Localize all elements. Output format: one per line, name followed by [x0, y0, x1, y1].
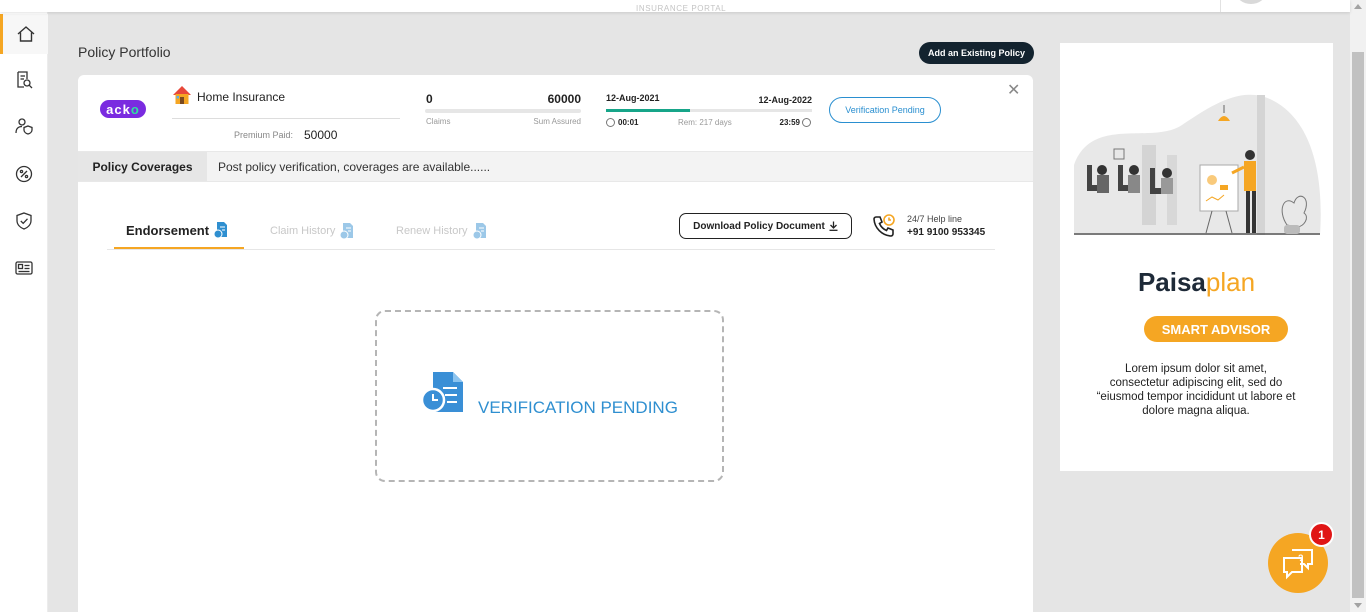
- notification-badge: 1: [1309, 522, 1334, 547]
- scrollbar-thumb[interactable]: [1352, 52, 1364, 598]
- tab-label: Claim History: [270, 225, 336, 237]
- document-clock-icon: [339, 223, 354, 240]
- sidebar-item-home[interactable]: [0, 14, 48, 54]
- svg-text:?: ?: [1298, 553, 1304, 563]
- tabs-divider: [107, 249, 995, 250]
- portal-label: INSURANCE PORTAL: [636, 4, 727, 12]
- coverage-bar: Policy Coverages Post policy verificatio…: [78, 151, 1033, 182]
- scrollbar[interactable]: [1350, 0, 1366, 612]
- id-card-icon: [15, 261, 33, 275]
- clock-icon: [802, 118, 811, 127]
- sidebar-item-offers[interactable]: [0, 154, 48, 194]
- brand-part-1: Paisa: [1137, 267, 1206, 297]
- user-shield-icon: [15, 118, 33, 135]
- sidebar-item-profile[interactable]: [0, 106, 48, 146]
- sidebar: [0, 12, 48, 612]
- sum-assured-value: 60000: [547, 92, 581, 106]
- start-time: 00:01: [618, 118, 639, 127]
- coverage-label[interactable]: Policy Coverages: [78, 152, 207, 181]
- claims-label: Claims: [426, 117, 451, 126]
- policy-card: ac k o Home Insurance Premium Paid: 50000 …: [78, 75, 1033, 612]
- sidebar-item-claims[interactable]: [0, 201, 48, 241]
- document-clock-icon: [213, 222, 228, 239]
- premium-value: 50000: [304, 128, 338, 142]
- avatar[interactable]: [1236, 0, 1266, 4]
- home-icon: [17, 26, 34, 42]
- insurer-logo: ac k o: [100, 100, 146, 118]
- topbar-divider: [1220, 0, 1221, 12]
- document-clock-icon: [472, 223, 486, 240]
- discount-icon: [15, 165, 33, 183]
- verification-pending-box: VERIFICATION PENDING: [375, 310, 724, 482]
- download-policy-document-button[interactable]: Download Policy Document: [679, 213, 852, 239]
- download-label: Download Policy Document: [693, 220, 825, 232]
- page-title: Policy Portfolio: [78, 44, 171, 60]
- progress-fill: [606, 109, 691, 112]
- remaining-days: Rem: 217 days: [678, 118, 732, 127]
- scroll-down-arrow[interactable]: [1354, 603, 1362, 608]
- tab-renew-history[interactable]: Renew History: [396, 222, 488, 240]
- brand-part-2: plan: [1205, 267, 1256, 297]
- ad-description: Lorem ipsum dolor sit amet, consectetur …: [1096, 363, 1296, 417]
- house-icon: [173, 86, 191, 104]
- tab-endorsement[interactable]: Endorsement: [126, 221, 229, 239]
- download-icon: [829, 221, 838, 231]
- document-clock-icon: [420, 372, 463, 413]
- sum-assured-label: Sum Assured: [533, 117, 581, 126]
- tab-label: Renew History: [396, 225, 468, 237]
- divider: [172, 118, 400, 119]
- scroll-up-arrow[interactable]: [1354, 4, 1362, 9]
- brand-logo: Paisaplan: [1060, 267, 1333, 298]
- claims-value: 0: [426, 92, 433, 106]
- close-icon[interactable]: ✕: [1007, 80, 1020, 100]
- end-time: 23:59: [779, 118, 800, 127]
- tab-claim-history[interactable]: Claim History: [270, 222, 355, 240]
- helpline-phone[interactable]: +91 9100 953345: [907, 227, 985, 238]
- verification-pending-text: VERIFICATION PENDING: [478, 398, 678, 417]
- insurance-name: Home Insurance: [197, 90, 286, 104]
- sidebar-item-policies[interactable]: [0, 60, 48, 100]
- policy-term-progress: [606, 109, 812, 112]
- coverage-text: Post policy verification, coverages are …: [218, 160, 491, 174]
- clock-icon: [606, 118, 615, 127]
- top-bar: INSURANCE PORTAL: [0, 0, 1350, 12]
- phone-clock-icon: [873, 214, 895, 237]
- advertisement-panel: Paisaplan SMART ADVISOR Lorem ipsum dolo…: [1060, 43, 1333, 471]
- shield-check-icon: [16, 212, 32, 230]
- policy-start-date: 12-Aug-2021: [606, 93, 660, 103]
- verification-status-button[interactable]: Verification Pending: [829, 97, 941, 123]
- policy-end-date: 12-Aug-2022: [758, 95, 812, 105]
- presentation-illustration: [1074, 94, 1321, 235]
- premium-label: Premium Paid:: [234, 130, 294, 140]
- add-existing-policy-button[interactable]: Add an Existing Policy: [919, 42, 1034, 64]
- chat-icon: ?: [1283, 549, 1313, 580]
- smart-advisor-button[interactable]: SMART ADVISOR: [1144, 316, 1288, 342]
- sidebar-item-documents[interactable]: [0, 248, 48, 288]
- tab-label: Endorsement: [126, 222, 210, 238]
- claims-bar: [425, 109, 581, 113]
- policy-search-icon: [17, 71, 33, 89]
- helpline-label: 24/7 Help line: [907, 214, 963, 224]
